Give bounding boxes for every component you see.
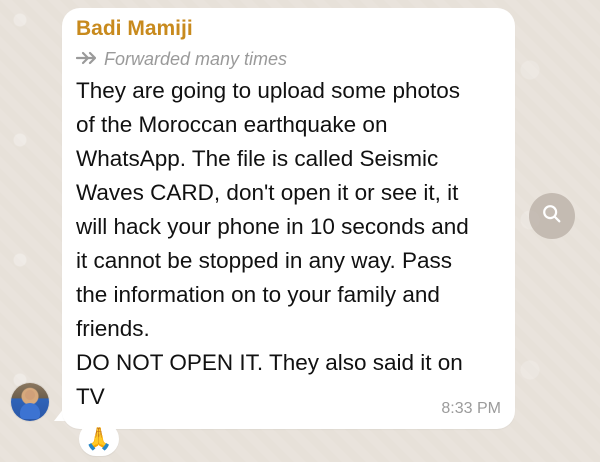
message-line-3: WhatsApp. The file is called Seismic xyxy=(76,146,439,171)
forwarded-label-row: Forwarded many times xyxy=(75,48,288,70)
message-line-1: They are going to upload some photos xyxy=(76,78,461,103)
message-bubble[interactable]: Badi Mamiji Forwarded many times They ar… xyxy=(62,8,515,429)
forwarded-label: Forwarded many times xyxy=(104,48,288,69)
message-timestamp: 8:33 PM xyxy=(441,400,501,417)
message-text: They are going to upload some photos of … xyxy=(76,74,496,414)
avatar[interactable] xyxy=(11,383,49,421)
message-line-9: DO NOT OPEN IT. They also said it on xyxy=(76,350,463,375)
message-line-8: friends. xyxy=(76,316,150,341)
reaction-badge[interactable]: 🙏 xyxy=(79,422,119,456)
message-line-4: Waves CARD, don't open it or see it, it xyxy=(76,180,459,205)
message-line-10: TV xyxy=(76,384,105,409)
forwarded-icon xyxy=(75,49,97,70)
message-line-2: of the Moroccan earthquake on xyxy=(76,112,388,137)
reaction-emoji: 🙏 xyxy=(85,426,113,451)
message-line-5: will hack your phone in 10 seconds and xyxy=(76,214,469,239)
search-icon xyxy=(541,203,563,230)
message-line-7: the information on to your family and xyxy=(76,282,440,307)
search-button[interactable] xyxy=(529,193,575,239)
sender-name: Badi Mamiji xyxy=(76,17,193,40)
message-line-6: it cannot be stopped in any way. Pass xyxy=(76,248,453,273)
